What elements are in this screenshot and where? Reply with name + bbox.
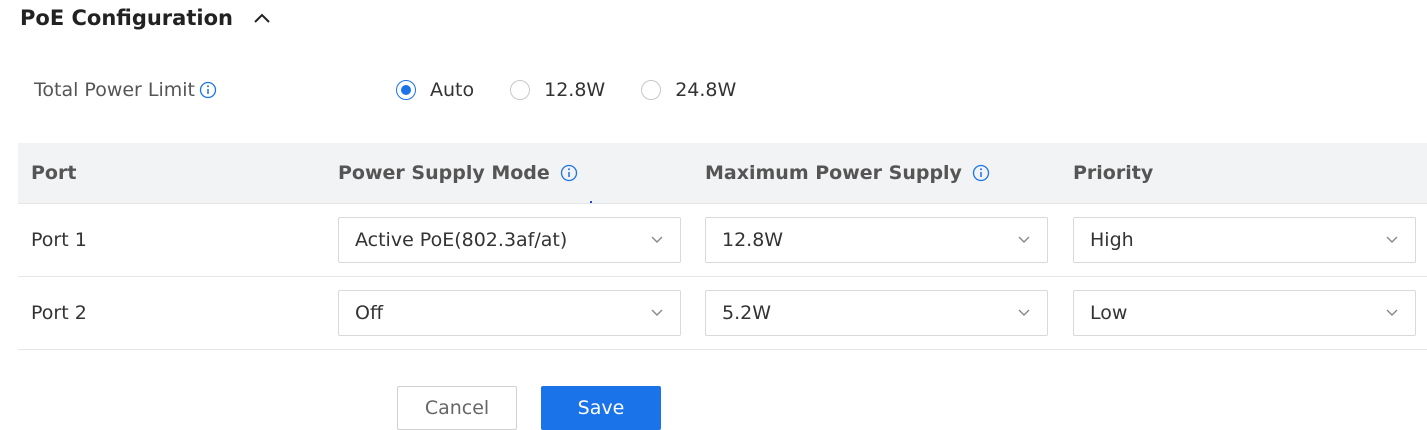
info-icon[interactable]: [199, 81, 217, 99]
radio-auto[interactable]: Auto: [396, 79, 474, 101]
info-icon[interactable]: [560, 164, 578, 182]
maximum-power-supply-select[interactable]: 5.2W: [705, 290, 1048, 336]
header-power-supply-mode-label: Power Supply Mode: [338, 162, 550, 184]
power-supply-mode-select[interactable]: Active PoE(802.3af/at): [338, 217, 681, 263]
info-icon[interactable]: [972, 164, 990, 182]
section-title: PoE Configuration: [20, 6, 233, 30]
table-row: Port 2 Off 5.2W Low: [18, 277, 1427, 350]
radio-24-8w-label[interactable]: 24.8W: [675, 79, 736, 101]
chevron-down-icon: [1017, 233, 1031, 247]
header-priority: Priority: [1073, 162, 1154, 184]
power-limit-radio-group: Auto 12.8W 24.8W: [396, 72, 772, 108]
radio-auto-circle[interactable]: [396, 80, 416, 100]
power-supply-mode-select[interactable]: Off: [338, 290, 681, 336]
chevron-down-icon: [1385, 306, 1399, 320]
header-power-supply-mode: Power Supply Mode: [338, 162, 578, 184]
stray-dot: [590, 201, 592, 203]
select-value: Active PoE(802.3af/at): [355, 229, 568, 251]
table-header: Port Power Supply Mode Maximum Power Sup…: [18, 143, 1427, 204]
radio-12-8w-label[interactable]: 12.8W: [544, 79, 605, 101]
select-value: High: [1090, 229, 1134, 251]
header-maximum-power-supply-label: Maximum Power Supply: [705, 162, 962, 184]
select-value: Off: [355, 302, 384, 324]
total-power-limit-label: Total Power Limit: [34, 79, 195, 101]
poe-port-table: Port Power Supply Mode Maximum Power Sup…: [18, 143, 1427, 350]
select-value: 12.8W: [722, 229, 784, 251]
table-row: Port 1 Active PoE(802.3af/at) 12.8W High: [18, 204, 1427, 277]
cancel-button[interactable]: Cancel: [397, 386, 517, 430]
select-value: 5.2W: [722, 302, 772, 324]
port-name: Port 2: [31, 302, 87, 324]
header-port: Port: [31, 162, 77, 184]
maximum-power-supply-select[interactable]: 12.8W: [705, 217, 1048, 263]
radio-auto-label[interactable]: Auto: [430, 79, 474, 101]
priority-select[interactable]: High: [1073, 217, 1416, 263]
radio-12-8w[interactable]: 12.8W: [510, 79, 605, 101]
port-name: Port 1: [31, 229, 87, 251]
priority-select[interactable]: Low: [1073, 290, 1416, 336]
chevron-down-icon: [1017, 306, 1031, 320]
radio-12-8w-circle[interactable]: [510, 80, 531, 100]
section-header: PoE Configuration: [20, 0, 273, 36]
total-power-limit-row: Total Power Limit Auto 12.8W 24.8W: [34, 72, 1034, 108]
chevron-down-icon: [1385, 233, 1399, 247]
radio-24-8w[interactable]: 24.8W: [641, 79, 736, 101]
select-value: Low: [1090, 302, 1128, 324]
chevron-down-icon: [650, 233, 664, 247]
save-button[interactable]: Save: [541, 386, 661, 430]
chevron-up-icon[interactable]: [251, 7, 273, 29]
radio-24-8w-circle[interactable]: [641, 80, 662, 100]
header-maximum-power-supply: Maximum Power Supply: [705, 162, 990, 184]
chevron-down-icon: [650, 306, 664, 320]
